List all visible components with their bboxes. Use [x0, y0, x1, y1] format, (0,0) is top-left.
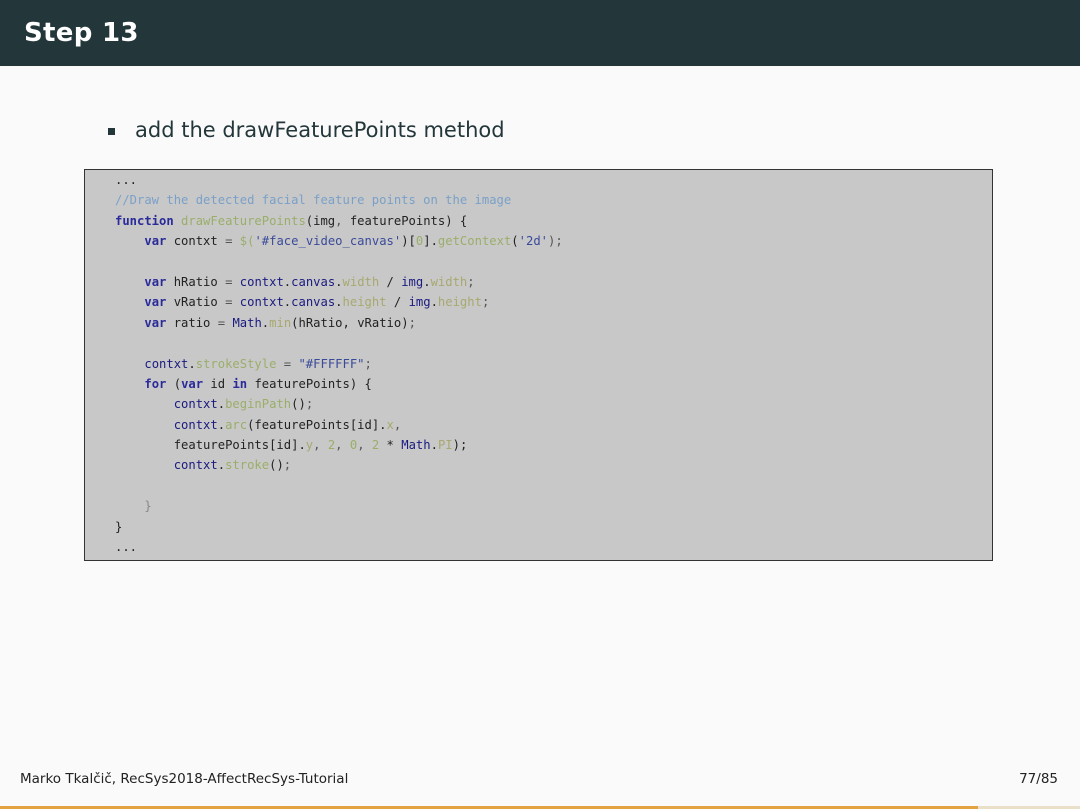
code-line: ...	[115, 173, 138, 187]
code-line: contxt.arc(featurePoints[id].x,	[173, 417, 402, 432]
slide-title: Step 13	[24, 18, 139, 48]
code-line: for (var id in featurePoints) {	[144, 376, 372, 391]
bullet-square-icon	[108, 127, 115, 135]
code-block: ... //Draw the detected facial feature po…	[84, 169, 993, 561]
code-listing: ... //Draw the detected facial feature po…	[115, 170, 563, 557]
code-line: }	[115, 519, 123, 534]
code-line: //Draw the detected facial feature point…	[115, 193, 512, 208]
code-line: var vRatio = contxt.canvas.height / img.…	[144, 295, 490, 310]
title-bar: Step 13	[0, 0, 1080, 66]
code-line: featurePoints[id].y, 2, 0, 2 * Math.PI);	[173, 438, 468, 453]
code-line: }	[144, 499, 152, 514]
code-line: contxt.stroke();	[173, 458, 292, 473]
page-number: 77/85	[1019, 771, 1058, 787]
code-line: ...	[115, 540, 138, 555]
bullet-item: add the drawFeaturePoints method	[108, 114, 505, 146]
code-line: var hRatio = contxt.canvas.width / img.w…	[144, 274, 475, 289]
code-line: var contxt = $('#face_video_canvas')[0].…	[144, 234, 563, 249]
code-line: var ratio = Math.min(hRatio, vRatio);	[144, 315, 416, 330]
code-line: contxt.strokeStyle = "#FFFFFF";	[144, 356, 372, 371]
footer: Marko Tkalčič, RecSys2018-AffectRecSys-T…	[0, 768, 1080, 792]
code-line: contxt.beginPath();	[173, 397, 314, 412]
bullet-text: add the drawFeaturePoints method	[135, 118, 505, 142]
footer-author: Marko Tkalčič, RecSys2018-AffectRecSys-T…	[20, 771, 349, 787]
code-line: function drawFeaturePoints(img, featureP…	[115, 213, 468, 228]
